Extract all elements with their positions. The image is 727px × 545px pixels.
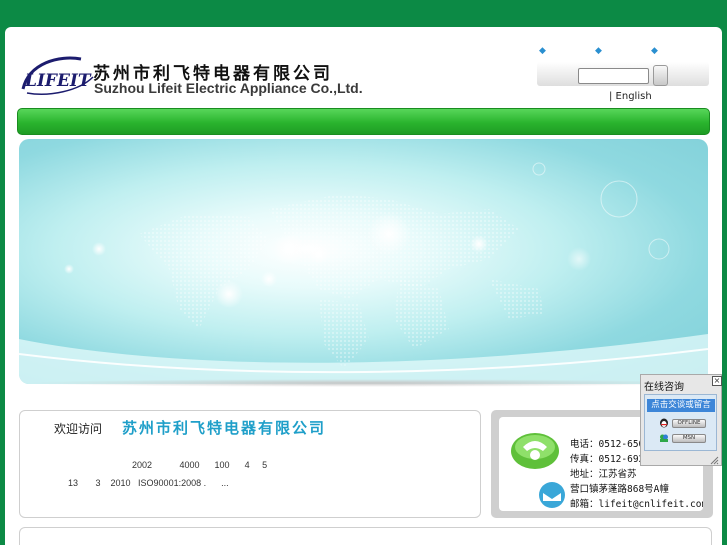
lower-content-box — [19, 527, 712, 545]
online-consult-widget: 在线咨询 × 点击交谈或留言 OFFLINE MSN — [640, 374, 722, 466]
top-link-3[interactable]: ◆ — [651, 46, 658, 56]
company-name-en: Suzhou Lifeit Electric Appliance Co.,Ltd… — [94, 80, 363, 96]
logo-text: LIFEIT — [24, 71, 92, 91]
main-navigation-bar — [17, 108, 710, 135]
contact-address: 地址：江苏省苏 — [570, 469, 637, 480]
contact-address-line-2: 营口镇茅蓬路868号A幢 — [570, 484, 669, 495]
qq-penguin-icon — [660, 418, 668, 428]
chat-panel: 点击交谈或留言 OFFLINE MSN — [644, 394, 717, 451]
welcome-section: 欢迎访问 苏州市利飞特电器有限公司 2002 4000 100 4 5 13 3… — [19, 410, 481, 518]
search-input[interactable] — [578, 68, 649, 84]
welcome-prefix: 欢迎访问 — [54, 422, 103, 436]
resize-grip-icon[interactable] — [709, 455, 719, 465]
chat-title: 在线咨询 — [644, 382, 684, 393]
close-icon[interactable]: × — [712, 376, 722, 386]
banner-shadow — [23, 379, 706, 387]
intro-text-line-2: 13 3 2010 ISO90001:2008 . ... — [68, 478, 229, 488]
phone-icon — [511, 433, 559, 469]
welcome-company-name: 苏州市利飞特电器有限公司 — [122, 419, 327, 437]
top-links: ◆ ◆ ◆ — [535, 46, 705, 60]
hero-banner — [19, 139, 708, 384]
world-map-graphic — [19, 162, 708, 384]
offline-status-badge: OFFLINE — [672, 419, 706, 428]
search-button[interactable] — [653, 65, 668, 86]
chat-message-button[interactable]: 点击交谈或留言 — [647, 399, 715, 412]
msn-status-badge: MSN — [672, 434, 706, 443]
english-link[interactable]: | English — [609, 91, 652, 102]
search-bar — [537, 62, 709, 86]
page-container: LIFEIT 苏州市利飞特电器有限公司 Suzhou Lifeit Electr… — [5, 27, 722, 545]
chat-status-row-2[interactable]: MSN — [659, 433, 706, 443]
lifeit-logo[interactable]: LIFEIT — [19, 53, 97, 97]
email-icon — [539, 482, 565, 508]
msn-icon — [660, 434, 668, 442]
contact-fax: 传真：0512-692 — [570, 454, 645, 465]
chat-status-row-1[interactable]: OFFLINE — [659, 418, 706, 428]
top-link-2[interactable]: ◆ — [595, 46, 602, 56]
intro-text-line-1: 2002 4000 100 4 5 — [132, 460, 268, 470]
contact-phone: 电话：0512-650 — [570, 439, 645, 450]
top-link-1[interactable]: ◆ — [539, 46, 546, 56]
contact-email[interactable]: 邮箱：lifeit@cnlifeit.com — [570, 496, 703, 510]
